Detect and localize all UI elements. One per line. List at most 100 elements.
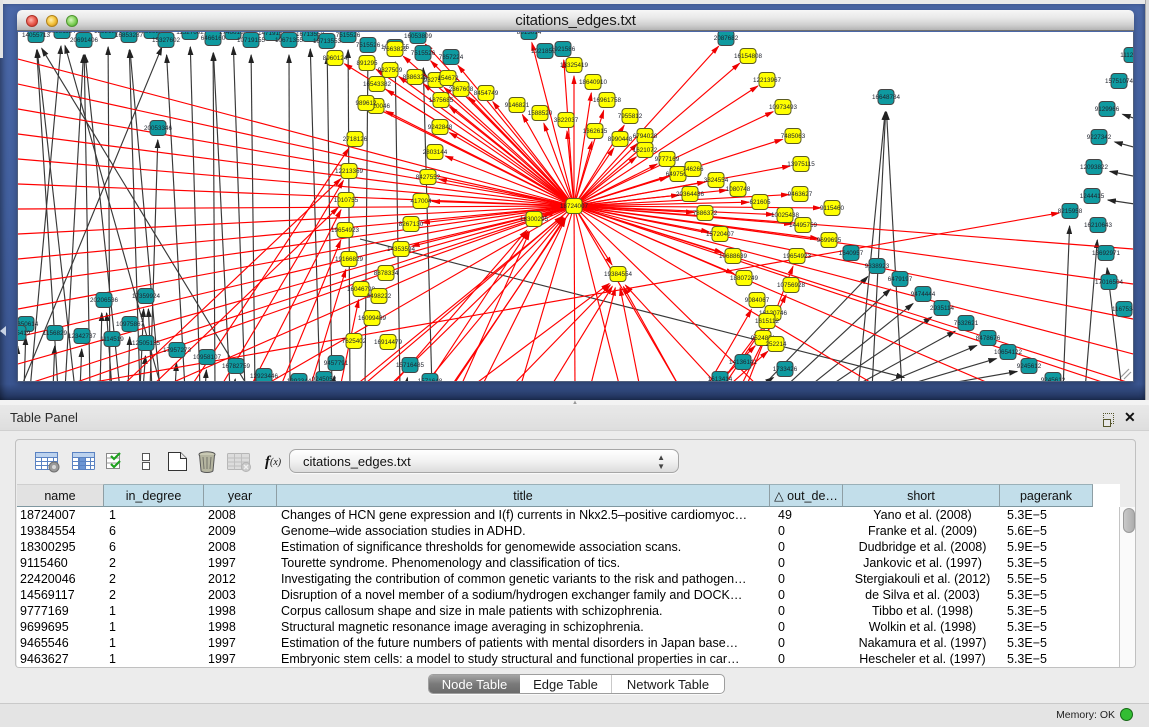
svg-text:417004: 417004 xyxy=(410,198,432,205)
svg-text:7632621: 7632621 xyxy=(954,320,979,327)
svg-text:7625402: 7625402 xyxy=(342,338,367,345)
svg-text:9474444: 9474444 xyxy=(911,291,936,298)
svg-text:1114519: 1114519 xyxy=(100,336,124,343)
svg-text:1621072: 1621072 xyxy=(633,147,658,154)
svg-text:7663822: 7663822 xyxy=(383,46,408,53)
svg-text:3498222: 3498222 xyxy=(367,293,392,300)
svg-text:2367608: 2367608 xyxy=(449,86,474,93)
svg-text:20691406: 20691406 xyxy=(70,37,99,44)
svg-text:1112753: 1112753 xyxy=(1120,52,1134,59)
svg-text:1080748: 1080748 xyxy=(726,186,751,193)
svg-text:3915419: 3915419 xyxy=(17,330,31,337)
svg-text:19654923: 19654923 xyxy=(331,227,360,234)
svg-text:10719155: 10719155 xyxy=(237,37,266,44)
svg-text:6794028: 6794028 xyxy=(633,133,658,140)
svg-text:7857224: 7857224 xyxy=(439,54,464,61)
svg-text:12093822: 12093822 xyxy=(1080,164,1109,171)
svg-text:10671355: 10671355 xyxy=(275,37,304,44)
svg-text:1362615: 1362615 xyxy=(583,128,608,135)
svg-text:1613414: 1613414 xyxy=(708,376,733,381)
svg-text:252214: 252214 xyxy=(765,341,787,348)
svg-text:9146821: 9146821 xyxy=(505,102,530,109)
svg-text:16648784: 16648784 xyxy=(872,94,901,101)
svg-text:2803144: 2803144 xyxy=(423,149,448,156)
svg-text:10688639: 10688639 xyxy=(719,253,748,260)
svg-text:9338923: 9338923 xyxy=(865,263,890,270)
svg-text:16154808: 16154808 xyxy=(734,53,763,60)
svg-text:16713553: 16713553 xyxy=(313,38,342,45)
svg-text:20206536: 20206536 xyxy=(90,297,119,304)
svg-text:989612: 989612 xyxy=(355,100,377,107)
svg-text:13692971: 13692971 xyxy=(1092,250,1121,257)
svg-text:1733426: 1733426 xyxy=(773,366,798,373)
svg-text:9327509: 9327509 xyxy=(378,67,403,74)
svg-text:20053346: 20053346 xyxy=(144,125,173,132)
svg-text:10973493: 10973493 xyxy=(769,104,798,111)
svg-text:15720407: 15720407 xyxy=(706,231,735,238)
svg-text:9227342: 9227342 xyxy=(1087,134,1112,141)
svg-text:17957273: 17957273 xyxy=(163,347,192,354)
svg-text:8990448: 8990448 xyxy=(608,136,633,143)
svg-text:1167534: 1167534 xyxy=(1112,306,1134,313)
svg-text:16914479: 16914479 xyxy=(374,339,403,346)
svg-text:1292344: 1292344 xyxy=(287,378,312,381)
svg-text:9245612: 9245612 xyxy=(1041,377,1066,381)
svg-text:9129966: 9129966 xyxy=(1095,106,1120,113)
svg-text:8960124: 8960124 xyxy=(323,55,348,62)
svg-text:1588520: 1588520 xyxy=(528,110,553,117)
svg-text:8267130: 8267130 xyxy=(399,221,424,228)
svg-text:9245612: 9245612 xyxy=(1017,363,1042,370)
svg-text:7955812: 7955812 xyxy=(618,113,643,120)
svg-text:14495759: 14495759 xyxy=(789,222,818,229)
svg-text:8427552: 8427552 xyxy=(416,174,441,181)
svg-text:2718126: 2718126 xyxy=(343,136,368,143)
svg-text:7886372: 7886372 xyxy=(693,210,718,217)
svg-text:1571648: 1571648 xyxy=(418,378,443,381)
svg-text:13975115: 13975115 xyxy=(787,161,815,168)
svg-text:12213967: 12213967 xyxy=(753,77,782,84)
svg-text:10958107: 10958107 xyxy=(193,354,222,361)
svg-text:7485063: 7485063 xyxy=(781,133,806,140)
svg-text:18300295: 18300295 xyxy=(520,216,549,223)
svg-text:18807249: 18807249 xyxy=(730,275,759,282)
svg-text:9115460: 9115460 xyxy=(820,205,845,212)
svg-text:17016504: 17016504 xyxy=(1095,279,1124,286)
svg-text:1640957: 1640957 xyxy=(839,250,864,257)
svg-text:10756928: 10756928 xyxy=(777,282,806,289)
svg-text:15327602: 15327602 xyxy=(152,37,181,44)
svg-text:12923446: 12923446 xyxy=(250,373,279,380)
svg-text:20364436: 20364436 xyxy=(676,191,705,198)
svg-text:10654122: 10654122 xyxy=(994,349,1023,356)
svg-text:16961758: 16961758 xyxy=(593,97,622,104)
svg-text:2935114: 2935114 xyxy=(930,305,955,312)
svg-text:12505135: 12505135 xyxy=(132,340,161,347)
svg-text:7515526: 7515526 xyxy=(336,32,361,39)
svg-text:16099489: 16099489 xyxy=(358,315,387,322)
svg-text:8215958: 8215958 xyxy=(1058,208,1083,215)
svg-text:3824554: 3824554 xyxy=(704,177,729,184)
svg-text:(x): (x) xyxy=(270,457,282,468)
svg-text:17359924: 17359924 xyxy=(132,293,161,300)
svg-text:14055713: 14055713 xyxy=(22,32,51,39)
svg-text:2087682: 2087682 xyxy=(714,35,739,42)
svg-text:9777169: 9777169 xyxy=(655,156,680,163)
svg-text:10975867: 10975867 xyxy=(116,321,145,328)
svg-text:15716485: 15716485 xyxy=(396,362,425,369)
svg-text:1244415: 1244415 xyxy=(1080,193,1105,200)
svg-text:13325419: 13325419 xyxy=(560,62,589,69)
svg-text:16053809: 16053809 xyxy=(404,33,433,40)
svg-text:8454749: 8454749 xyxy=(474,90,499,97)
svg-text:9463627: 9463627 xyxy=(788,191,813,198)
svg-text:14353594: 14353594 xyxy=(387,246,416,253)
svg-text:621605: 621605 xyxy=(749,199,771,206)
svg-text:14136141: 14136141 xyxy=(729,359,758,366)
svg-text:6479197: 6479197 xyxy=(888,276,913,283)
svg-text:9242848: 9242848 xyxy=(428,124,453,131)
svg-text:1010755: 1010755 xyxy=(334,197,359,204)
svg-text:19166829: 19166829 xyxy=(335,256,364,263)
svg-text:6466160: 6466160 xyxy=(201,35,226,42)
svg-text:19654923: 19654923 xyxy=(783,253,812,260)
svg-text:12342737: 12342737 xyxy=(68,333,97,340)
svg-text:3822037: 3822037 xyxy=(554,117,579,124)
svg-text:10025438: 10025438 xyxy=(771,212,800,219)
